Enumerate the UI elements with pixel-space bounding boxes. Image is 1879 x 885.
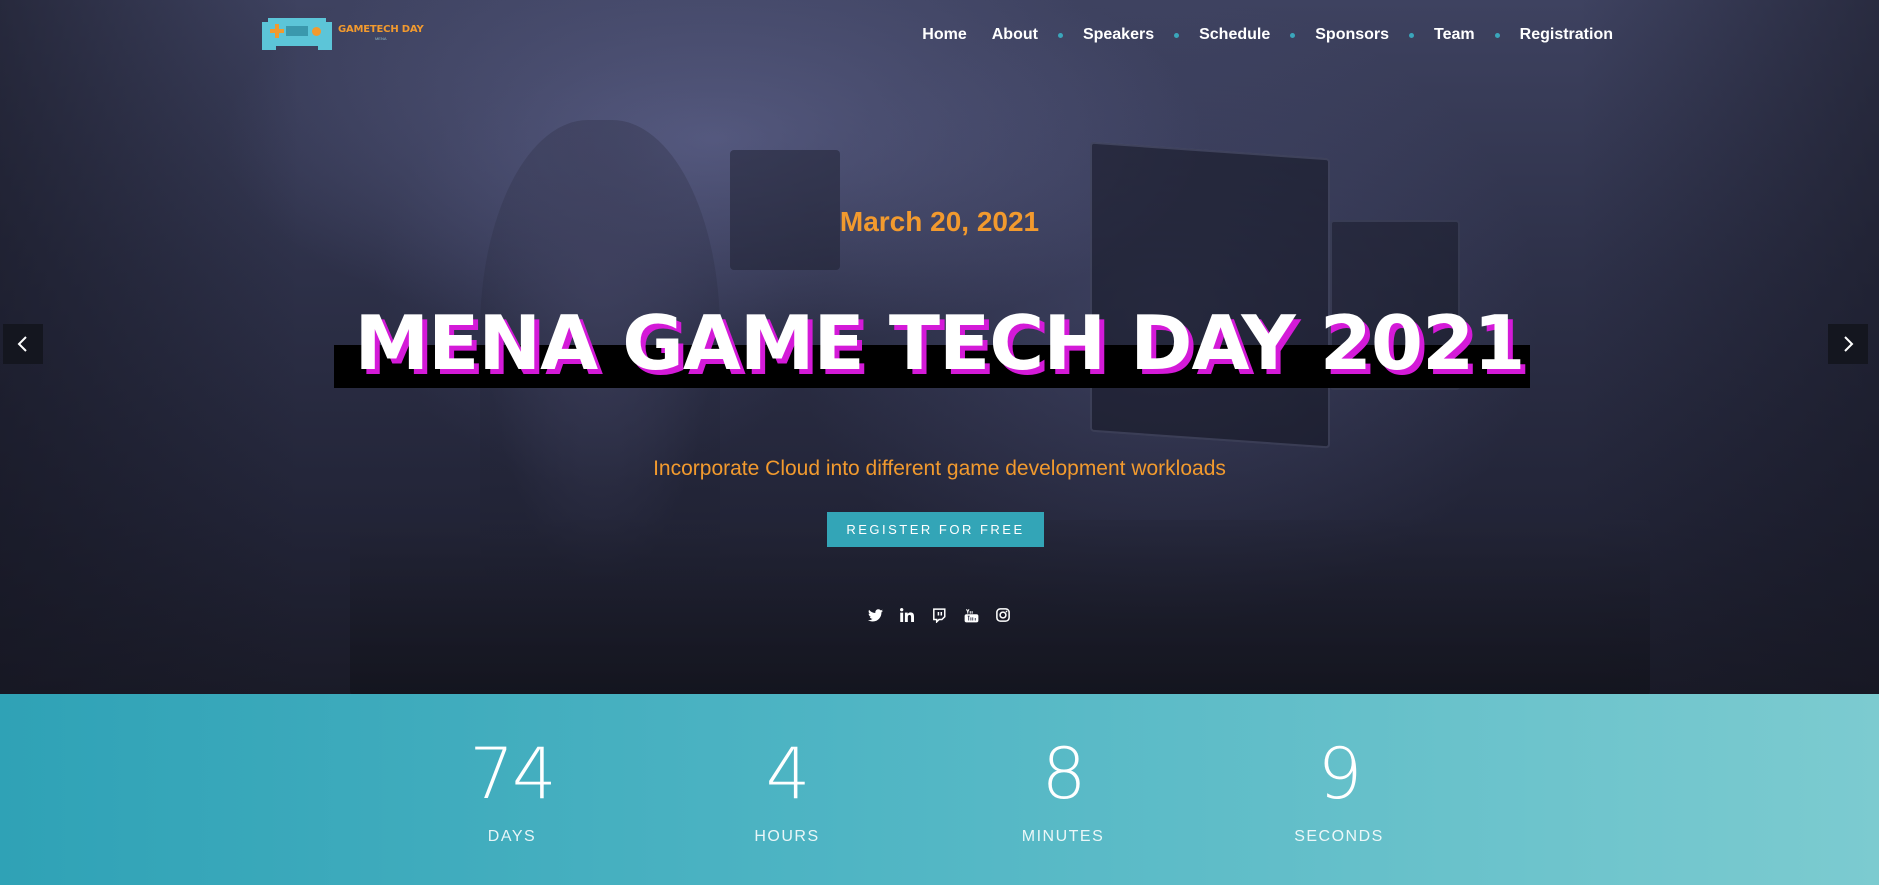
nav-item-team[interactable]: Team (1434, 26, 1475, 44)
youtube-icon[interactable] (962, 606, 980, 624)
event-date: March 20, 2021 (839, 206, 1040, 237)
countdown-hours-label: HOURS (754, 828, 820, 845)
countdown-seconds-value: 9 (1317, 733, 1363, 815)
site-logo[interactable]: GAMETECH DAY MENA (262, 14, 424, 52)
carousel-prev-button[interactable] (3, 324, 43, 364)
carousel-next-button[interactable] (1828, 324, 1868, 364)
register-button[interactable]: REGISTER FOR FREE (827, 512, 1044, 547)
logo-title: GAMETECH DAY (338, 24, 424, 35)
hero-subtitle: Incorporate Cloud into different game de… (653, 457, 1226, 480)
countdown-seconds: 9 SECONDS (1239, 736, 1439, 846)
nav-separator-dot (1409, 32, 1415, 38)
countdown-days: 74 DAYS (412, 736, 612, 846)
countdown-minutes-label: MINUTES (1021, 828, 1105, 845)
instagram-icon[interactable] (994, 606, 1012, 624)
nav-item-sponsors[interactable]: Sponsors (1315, 26, 1389, 44)
twitter-icon[interactable] (866, 606, 884, 624)
hero-headline: MENA GAME TECH DAY 2021 (354, 299, 1526, 387)
countdown-days-value: 74 (469, 733, 556, 815)
hero-section: GAMETECH DAY MENA Home About Speakers Sc… (0, 0, 1879, 694)
nav-separator-dot (1057, 32, 1063, 38)
nav-separator-dot (1494, 32, 1500, 38)
countdown-section: 74 DAYS 4 HOURS 8 MINUTES 9 SECONDS (0, 694, 1879, 885)
twitch-icon[interactable] (930, 606, 948, 624)
nav-item-home[interactable]: Home (922, 26, 966, 44)
nav-item-about[interactable]: About (992, 26, 1038, 44)
countdown-days-label: DAYS (487, 828, 537, 845)
chevron-left-icon (17, 336, 27, 352)
countdown-seconds-label: SECONDS (1294, 828, 1384, 845)
social-links (866, 606, 1012, 624)
gamepad-icon (262, 14, 332, 52)
nav-item-schedule[interactable]: Schedule (1199, 26, 1270, 44)
countdown-hours-value: 4 (765, 733, 811, 815)
chevron-right-icon (1844, 336, 1854, 352)
countdown-minutes-value: 8 (1041, 733, 1087, 815)
countdown-hours: 4 HOURS (687, 736, 887, 846)
nav-separator-dot (1174, 32, 1180, 38)
nav-item-registration[interactable]: Registration (1520, 26, 1613, 44)
nav-separator-dot (1290, 32, 1296, 38)
hero-background-monitor (1090, 141, 1330, 449)
main-nav: Home About Speakers Schedule Sponsors Te… (922, 26, 1613, 44)
linkedin-icon[interactable] (898, 606, 916, 624)
countdown-minutes: 8 MINUTES (963, 736, 1163, 846)
logo-subtitle: MENA (374, 36, 387, 41)
nav-item-speakers[interactable]: Speakers (1083, 26, 1154, 44)
